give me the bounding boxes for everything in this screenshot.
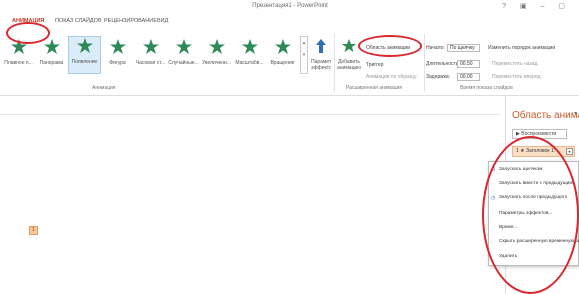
effect-label: Масштабв... — [235, 60, 264, 66]
effect-label: Плавное п... — [4, 60, 33, 66]
star-icon — [76, 38, 93, 53]
window-controls[interactable]: ? ▣ – ▢ — [502, 2, 571, 10]
effect-label: Случайные... — [168, 60, 199, 66]
effect-label: Панорама — [39, 60, 64, 66]
star-icon — [208, 39, 225, 54]
star-icon — [274, 39, 291, 54]
effect-item[interactable]: Случайные... — [167, 38, 200, 66]
effect-label: Вращение — [270, 60, 295, 66]
highlight-circle-menu — [482, 136, 579, 294]
star-icon — [175, 39, 192, 54]
ribbon: Плавное п... Панорама Появление Фигура Часов… — [0, 28, 579, 96]
tab-slideshow[interactable]: ПОКАЗ СЛАЙДОВ — [55, 18, 102, 24]
chevron-down-icon[interactable]: ▾ — [566, 148, 573, 155]
add-star-icon — [342, 39, 356, 52]
animation-pane-title: Область анима... — [512, 110, 579, 121]
effect-item[interactable]: Часовая ст... — [134, 38, 167, 66]
start-label: Начало: — [426, 45, 445, 51]
effect-options-label-2: эффектов — [311, 65, 331, 71]
effect-options-button[interactable]: Параметры эффектов — [311, 38, 331, 71]
animation-group-label: Анимация — [92, 85, 116, 91]
divider — [334, 34, 335, 92]
timing-group-label: Время показа слайдов — [460, 85, 513, 91]
slide-frame — [0, 114, 500, 294]
effect-item[interactable]: Вращение — [266, 38, 299, 66]
move-earlier-button[interactable]: Переместить назад — [492, 61, 538, 67]
star-icon — [43, 39, 60, 54]
divider — [424, 34, 425, 92]
duration-label: Длительность: — [426, 61, 460, 67]
pane-menu-icon[interactable]: ▾ — [574, 110, 577, 117]
highlight-circle-pane-button — [358, 35, 422, 57]
reorder-label: Изменить порядок анимации — [488, 45, 556, 51]
effect-label: Увеличени... — [202, 60, 231, 66]
effect-label: Фигура — [109, 60, 126, 66]
tab-view[interactable]: ВИД — [157, 18, 168, 24]
window-title: Презентация1 - PowerPoint — [252, 3, 328, 9]
slide-editing-area[interactable]: 1 — [0, 96, 505, 294]
star-icon — [109, 39, 126, 54]
effect-item[interactable]: Появление — [68, 36, 101, 74]
effect-label: Часовая ст... — [135, 60, 166, 66]
effect-item[interactable]: Фигура — [101, 38, 134, 66]
star-icon — [142, 39, 159, 54]
effect-label: Появление — [71, 59, 98, 65]
advanced-animation-group-label: Расширенная анимация — [346, 85, 403, 91]
delay-label: Задержка: — [426, 74, 451, 80]
star-icon — [241, 39, 258, 54]
gallery-scroll-button[interactable]: ▴ ▾ — [300, 36, 308, 74]
animation-painter-button[interactable]: Анимация по образцу — [366, 74, 417, 80]
move-later-button[interactable]: Переместить вперед — [492, 74, 541, 80]
title-bar: Презентация1 - PowerPoint ? ▣ – ▢ — [0, 0, 579, 14]
start-select[interactable]: По щелчку — [447, 44, 480, 52]
ribbon-tabs: АНИМАЦИЯ ПОКАЗ СЛАЙДОВ РЕЦЕНЗИРОВАНИЕ ВИ… — [0, 14, 579, 28]
duration-input[interactable]: 00,50 — [457, 60, 480, 68]
tab-review[interactable]: РЕЦЕНЗИРОВАНИЕ — [104, 18, 157, 24]
highlight-circle-tab — [6, 22, 50, 44]
effect-item[interactable]: Масштабв... — [233, 38, 266, 66]
effect-item[interactable]: Увеличени... — [200, 38, 233, 66]
animation-order-marker[interactable]: 1 — [29, 226, 38, 235]
add-animation-label-2: анимацию — [337, 65, 361, 71]
arrow-up-icon — [316, 39, 326, 53]
trigger-button[interactable]: Триггер — [366, 62, 383, 68]
delay-input[interactable]: 00,00 — [457, 73, 480, 81]
